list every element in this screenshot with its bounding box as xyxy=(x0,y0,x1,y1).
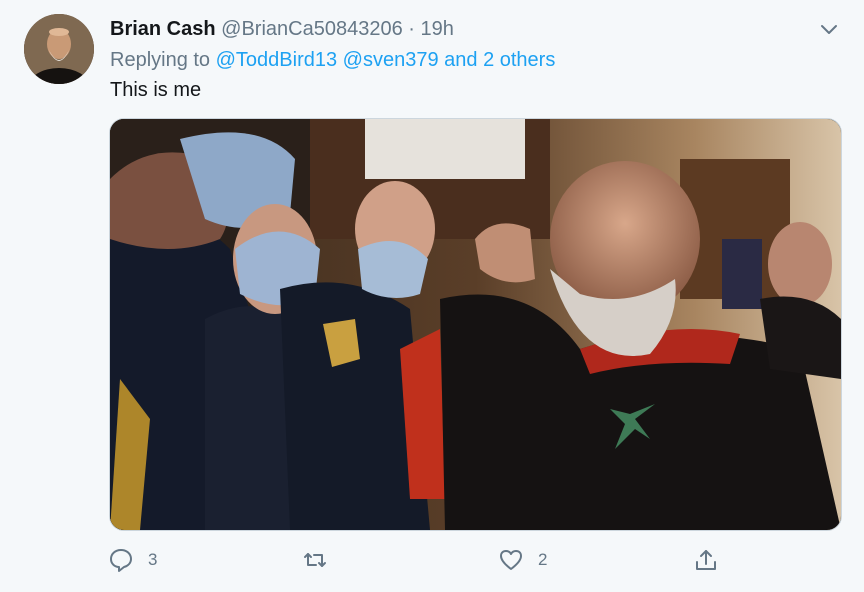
reply-icon xyxy=(110,549,132,572)
like-count: 2 xyxy=(538,550,548,569)
photo-image xyxy=(110,119,841,530)
tweet-header: Brian Cash @BrianCa50843206 · 19h xyxy=(110,16,454,42)
tweet-photo[interactable] xyxy=(109,118,842,531)
timestamp[interactable]: 19h xyxy=(421,18,454,40)
tweet: Brian Cash @BrianCa50843206 · 19h Replyi… xyxy=(0,0,864,592)
user-avatar-icon xyxy=(24,14,94,84)
author-name[interactable]: Brian Cash xyxy=(110,18,216,40)
separator: · xyxy=(408,18,415,40)
reply-button[interactable]: 3 xyxy=(108,540,157,580)
avatar[interactable] xyxy=(24,14,94,84)
reply-count: 3 xyxy=(148,550,158,569)
tweet-text: This is me xyxy=(110,79,202,101)
share-button[interactable] xyxy=(693,540,733,580)
author-handle[interactable]: @BrianCa50843206 xyxy=(221,18,403,40)
retweet-button[interactable] xyxy=(302,540,342,580)
heart-icon xyxy=(500,550,522,570)
like-button[interactable]: 2 xyxy=(498,540,547,580)
retweet-icon xyxy=(304,553,326,567)
replying-to: Replying to @ToddBird13 @sven379 and 2 o… xyxy=(110,47,555,73)
chevron-down-icon[interactable] xyxy=(818,18,840,40)
share-icon xyxy=(696,550,716,570)
replying-prefix: Replying to xyxy=(110,49,211,71)
action-bar: 3 2 xyxy=(0,540,864,580)
replying-links[interactable]: @ToddBird13 @sven379 and 2 others xyxy=(216,49,556,71)
